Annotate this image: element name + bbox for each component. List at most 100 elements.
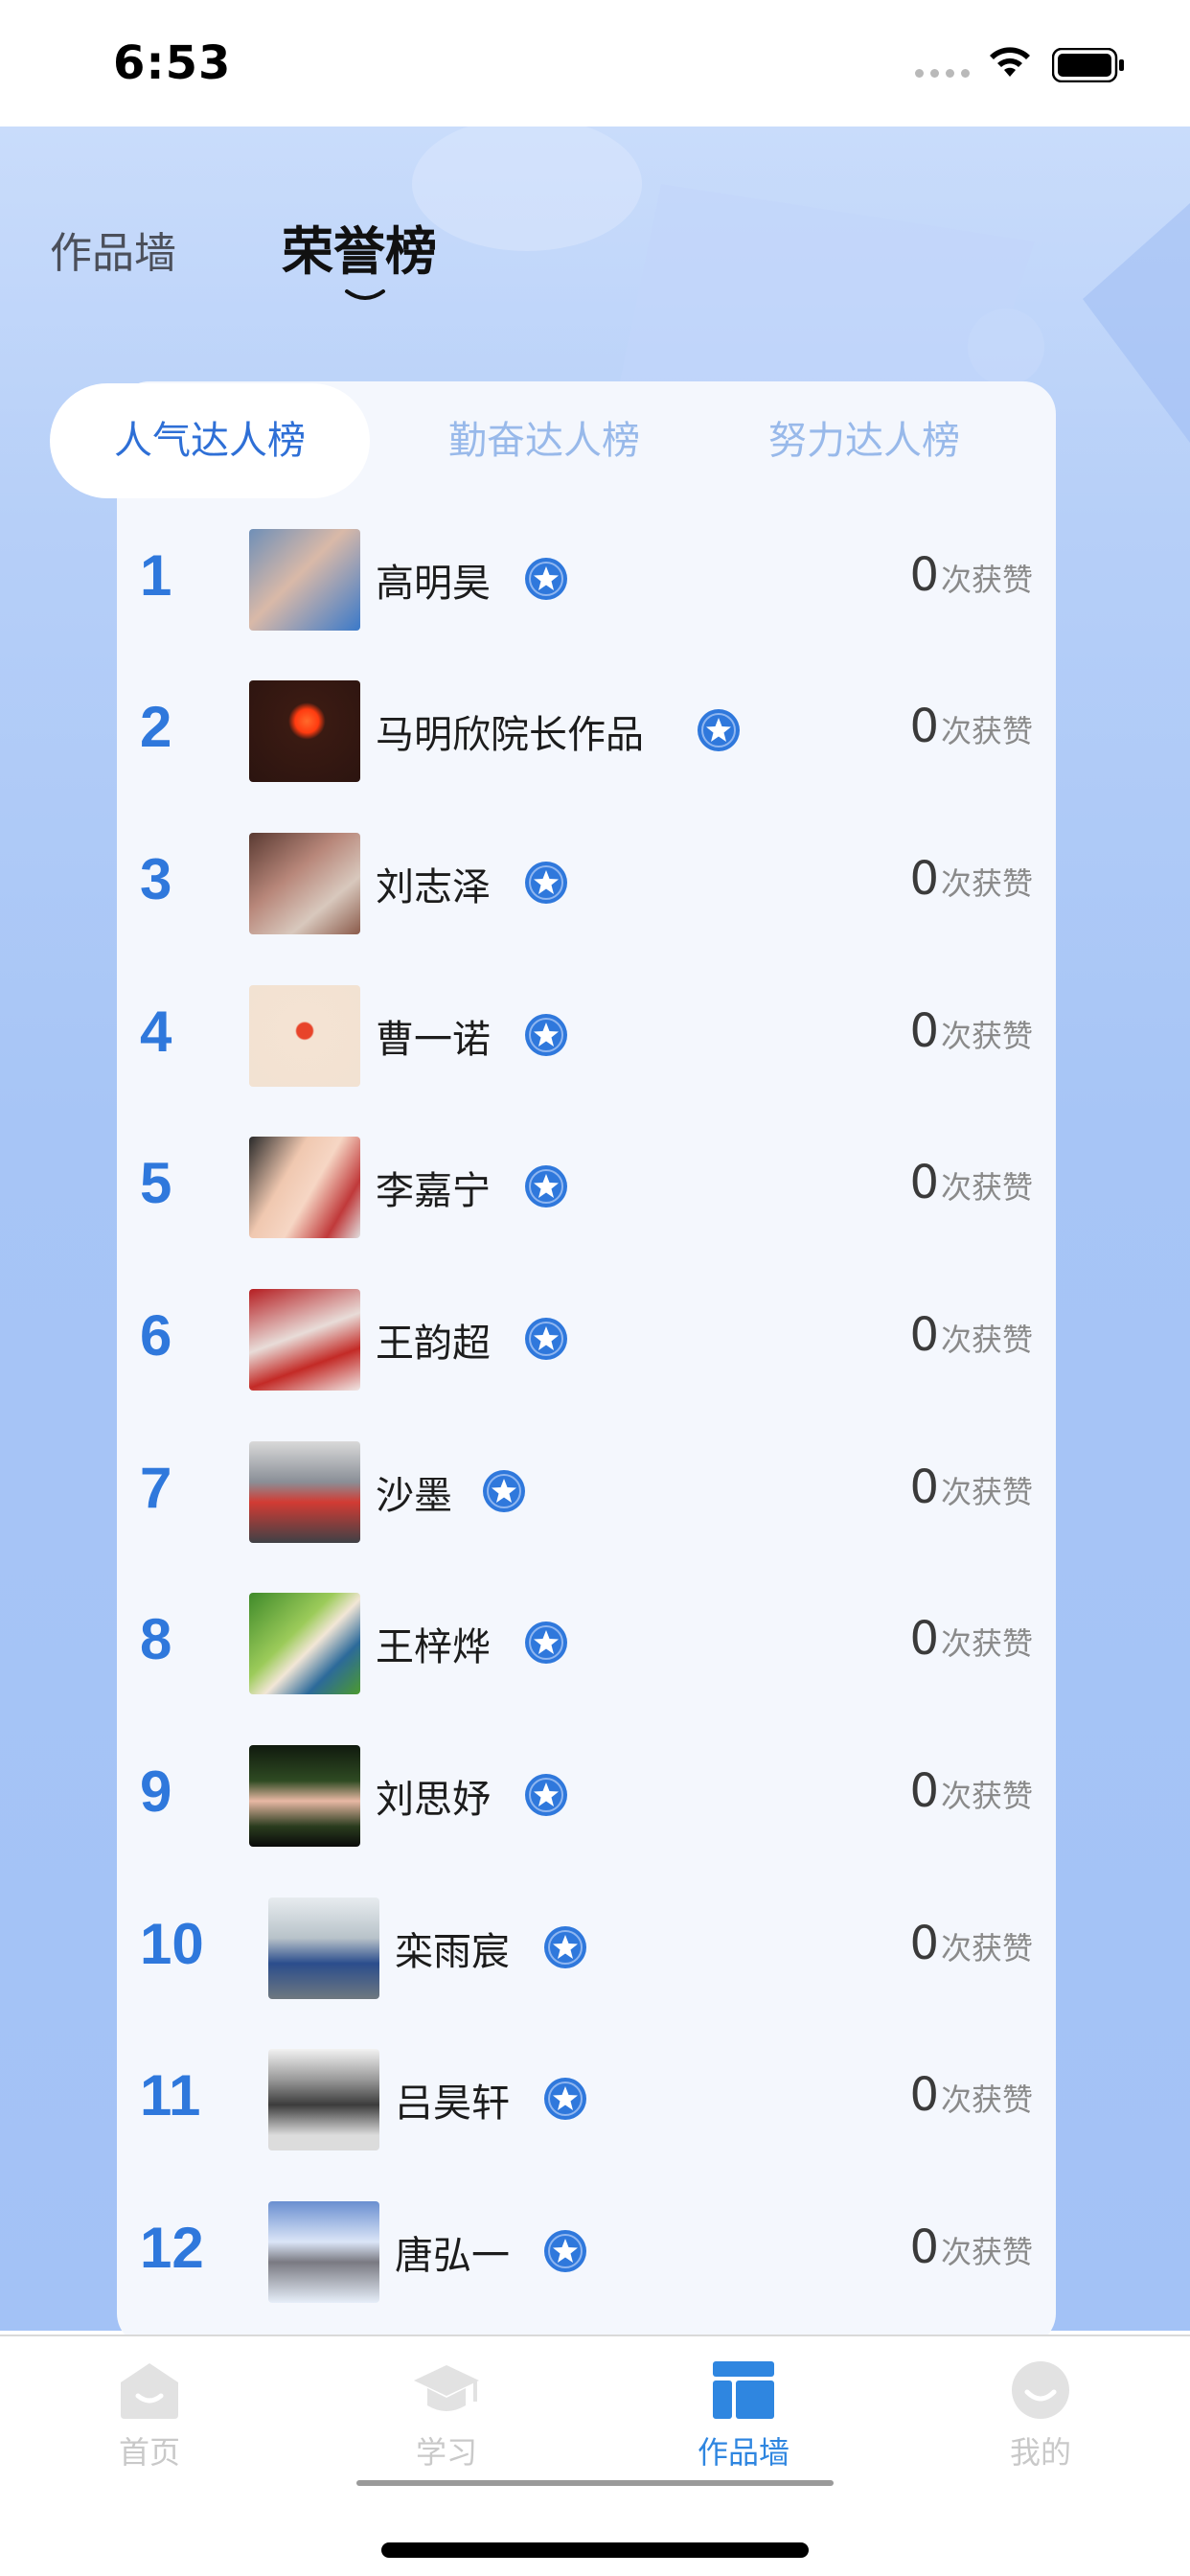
star-badge-icon (525, 1774, 567, 1816)
student-name: 曹一诺 (376, 1018, 491, 1062)
likes-count: 0 次获赞 (909, 1156, 1033, 1209)
ranking-row[interactable]: 5 李嘉宁 0 次获赞 (117, 1112, 1056, 1263)
cellular-signal-icon (915, 69, 970, 78)
rank-number: 6 (140, 1303, 172, 1368)
star-badge-icon (525, 1318, 567, 1360)
tab-profile-label: 我的 (1009, 2434, 1071, 2471)
works-wall-icon (713, 2361, 774, 2419)
avatar (249, 833, 360, 934)
ranking-row[interactable]: 8 王梓烨 0 次获赞 (117, 1568, 1056, 1719)
avatar (249, 1593, 360, 1694)
rank-number: 1 (140, 543, 172, 608)
star-badge-icon (525, 1622, 567, 1664)
rank-number: 9 (140, 1760, 172, 1824)
rank-number: 7 (140, 1456, 172, 1520)
avatar (249, 1441, 360, 1543)
star-badge-icon (525, 862, 567, 904)
star-badge-icon (544, 2078, 586, 2120)
tab-home[interactable]: 首页 (63, 2358, 236, 2472)
likes-count: 0 次获赞 (909, 852, 1033, 906)
rank-number: 5 (140, 1151, 172, 1215)
tab-popular-ranking[interactable]: 人气达人榜 (50, 383, 370, 498)
top-tab-bar: 作品墙 荣誉榜 (0, 201, 1190, 326)
bottom-tab-bar: 首页 学习 作品墙 我的 (0, 2334, 1190, 2576)
scroll-indicator (356, 2480, 834, 2486)
rank-number: 2 (140, 695, 172, 759)
likes-count: 0 次获赞 (909, 2220, 1033, 2274)
avatar (268, 1898, 379, 1999)
rank-number: 8 (140, 1607, 172, 1671)
home-indicator[interactable] (381, 2542, 809, 2558)
star-badge-icon (544, 2230, 586, 2272)
rank-number: 3 (140, 847, 172, 911)
ranking-row[interactable]: 2 马明欣院长作品 0 次获赞 (117, 656, 1056, 807)
star-badge-icon (698, 709, 740, 751)
ranking-type-tabs: 人气达人榜 勤奋达人榜 努力达人榜 (50, 383, 1056, 498)
student-name: 王梓烨 (376, 1625, 491, 1669)
student-name: 吕昊轩 (395, 2082, 510, 2126)
tab-home-label: 首页 (118, 2434, 180, 2471)
tab-effort-ranking[interactable]: 努力达人榜 (721, 383, 1008, 498)
student-name: 刘思妤 (376, 1778, 491, 1822)
star-badge-icon (525, 1014, 567, 1056)
ranking-row[interactable]: 3 刘志泽 0 次获赞 (117, 808, 1056, 959)
likes-count: 0 次获赞 (909, 1612, 1033, 1666)
likes-count: 0 次获赞 (909, 1004, 1033, 1058)
tab-honor-roll[interactable]: 荣誉榜 (282, 209, 437, 285)
avatar (249, 1289, 360, 1391)
rank-number: 12 (140, 2216, 204, 2280)
likes-count: 0 次获赞 (909, 700, 1033, 753)
student-name: 高明昊 (376, 562, 491, 606)
rank-number: 10 (140, 1912, 204, 1976)
tab-profile[interactable]: 我的 (954, 2358, 1127, 2472)
avatar (249, 1137, 360, 1238)
ranking-row[interactable]: 6 王韵超 0 次获赞 (117, 1264, 1056, 1415)
ranking-row[interactable]: 4 曹一诺 0 次获赞 (117, 960, 1056, 1112)
tab-works-wall-label: 作品墙 (697, 2434, 790, 2471)
student-name: 唐弘一 (395, 2234, 510, 2278)
battery-icon (1052, 48, 1124, 82)
student-name: 栾雨宸 (395, 1930, 510, 1974)
rank-number: 11 (140, 2063, 201, 2128)
wifi-icon (990, 47, 1030, 77)
star-badge-icon (525, 558, 567, 600)
profile-icon (1012, 2361, 1069, 2419)
avatar (268, 2049, 379, 2150)
student-name: 王韵超 (376, 1322, 491, 1366)
tab-works-wall-nav[interactable]: 作品墙 (657, 2358, 830, 2472)
avatar (249, 1745, 360, 1847)
ranking-row[interactable]: 1 高明昊 0 次获赞 (117, 504, 1056, 656)
avatar (249, 529, 360, 631)
home-icon (121, 2363, 178, 2419)
likes-count: 0 次获赞 (909, 1917, 1033, 1970)
likes-count: 0 次获赞 (909, 548, 1033, 602)
ranking-row[interactable]: 12 唐弘一 0 次获赞 (117, 2176, 1056, 2328)
avatar (268, 2201, 379, 2303)
tab-works-wall[interactable]: 作品墙 (50, 218, 176, 280)
student-name: 刘志泽 (376, 865, 491, 909)
ranking-row[interactable]: 9 刘思妤 0 次获赞 (117, 1720, 1056, 1872)
likes-count: 0 次获赞 (909, 1460, 1033, 1514)
star-badge-icon (544, 1926, 586, 1968)
ranking-row[interactable]: 10 栾雨宸 0 次获赞 (117, 1873, 1056, 2024)
tab-study-label: 学习 (415, 2434, 477, 2471)
likes-count: 0 次获赞 (909, 1308, 1033, 1362)
active-tab-indicator (345, 289, 385, 300)
ranking-row[interactable]: 11 吕昊轩 0 次获赞 (117, 2024, 1056, 2175)
ranking-row[interactable]: 7 沙墨 0 次获赞 (117, 1416, 1056, 1568)
student-name: 沙墨 (376, 1474, 452, 1518)
avatar (249, 680, 360, 782)
status-bar: 6:53 (0, 0, 1190, 126)
graduation-cap-icon (414, 2365, 479, 2411)
avatar (249, 985, 360, 1087)
status-time: 6:53 (113, 36, 232, 90)
student-name: 李嘉宁 (376, 1169, 491, 1213)
tab-study[interactable]: 学习 (360, 2358, 533, 2472)
star-badge-icon (483, 1470, 525, 1512)
likes-count: 0 次获赞 (909, 1764, 1033, 1818)
tab-diligent-ranking[interactable]: 勤奋达人榜 (400, 383, 688, 498)
star-badge-icon (525, 1165, 567, 1208)
rank-number: 4 (140, 1000, 172, 1064)
likes-count: 0 次获赞 (909, 2068, 1033, 2122)
app-screen: 6:53 作品墙 荣誉榜 人气达人榜 勤奋达人榜 努力达人榜 1 高明昊 0 次… (0, 0, 1190, 2576)
